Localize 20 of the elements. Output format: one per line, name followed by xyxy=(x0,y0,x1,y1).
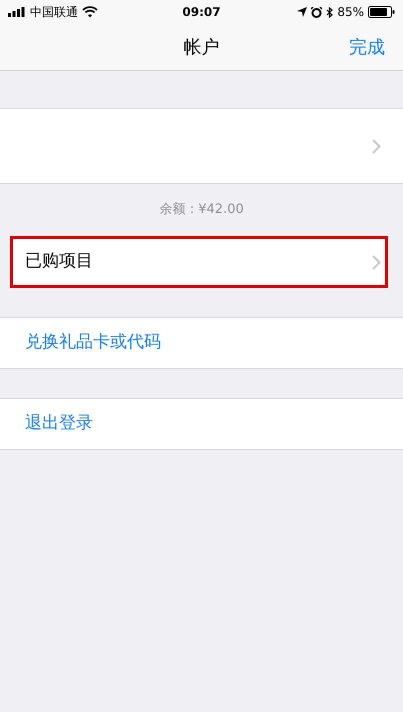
signal-icon xyxy=(8,7,26,17)
carrier-name: 中国联通 xyxy=(30,4,78,21)
row-label: 兑换礼品卡或代码 xyxy=(25,331,162,354)
battery-percent: 85% xyxy=(337,4,364,21)
balance-text: 余额：¥42.00 xyxy=(159,201,244,220)
action-row[interactable]: 退出登录 xyxy=(0,398,403,450)
account-row[interactable] xyxy=(0,108,403,184)
row-label: 退出登录 xyxy=(25,412,94,436)
bluetooth-icon xyxy=(326,6,334,18)
menu-row[interactable]: 已购项目 xyxy=(10,236,388,288)
action-row[interactable]: 兑换礼品卡或代码 xyxy=(0,317,403,369)
done-button[interactable]: 完成 xyxy=(349,34,385,61)
row-label: 已购项目 xyxy=(25,250,94,274)
chevron-icon xyxy=(372,254,381,270)
status-time: 09:07 xyxy=(182,4,221,21)
location-arrow-icon xyxy=(297,7,308,17)
wifi-icon xyxy=(82,6,98,18)
battery-icon xyxy=(368,6,395,18)
alarm-clock-icon xyxy=(311,6,322,18)
nav-title: 帐户 xyxy=(184,36,220,60)
